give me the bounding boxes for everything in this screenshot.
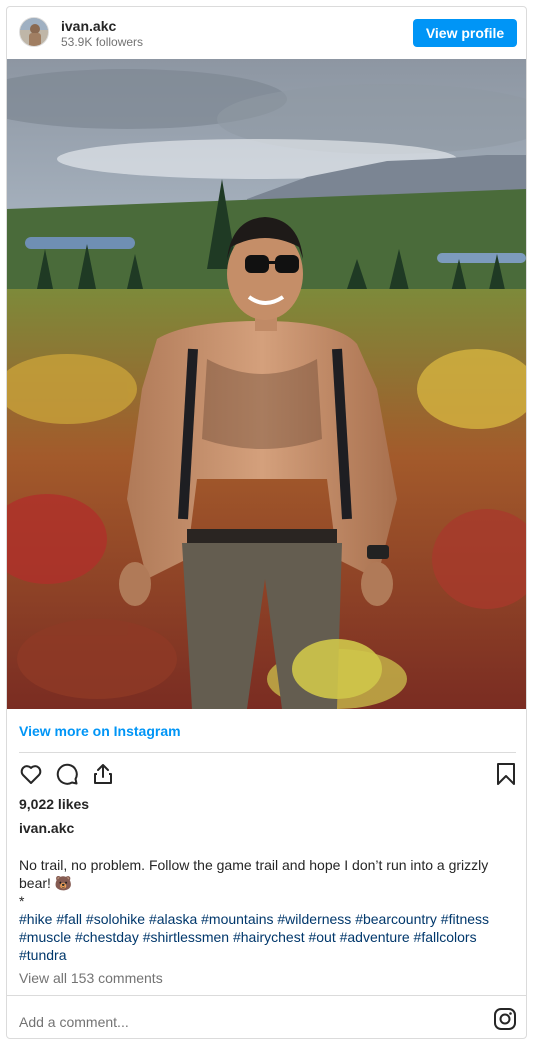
post-photo[interactable] <box>7 59 526 709</box>
heart-icon[interactable] <box>19 762 43 786</box>
divider <box>7 995 526 996</box>
avatar[interactable] <box>19 17 49 47</box>
caption-text: No trail, no problem. Follow the game tr… <box>19 856 515 910</box>
view-comments-link[interactable]: View all 153 comments <box>19 970 163 986</box>
header-username[interactable]: ivan.akc <box>61 18 116 34</box>
add-comment-input[interactable]: Add a comment... <box>19 1014 129 1030</box>
caption-separator: * <box>19 893 25 909</box>
owner-username[interactable]: ivan.akc <box>19 820 74 836</box>
view-more-link[interactable]: View more on Instagram <box>19 723 181 739</box>
hashtags[interactable]: #hike #fall #solohike #alaska #mountains… <box>19 910 519 964</box>
like-count[interactable]: 9,022 likes <box>19 796 89 812</box>
comment-icon[interactable] <box>55 762 79 786</box>
follower-count: 53.9K followers <box>61 35 144 49</box>
post-header: ivan.akc 53.9K followers View profile <box>7 7 526 59</box>
divider <box>19 752 516 753</box>
instagram-icon[interactable] <box>493 1007 517 1031</box>
action-bar <box>19 762 516 788</box>
caption-body: No trail, no problem. Follow the game tr… <box>19 857 489 891</box>
bookmark-icon[interactable] <box>494 762 518 786</box>
share-icon[interactable] <box>91 762 115 786</box>
instagram-embed-card: ivan.akc 53.9K followers View profile Vi… <box>6 6 527 1039</box>
view-profile-button[interactable]: View profile <box>413 19 517 47</box>
